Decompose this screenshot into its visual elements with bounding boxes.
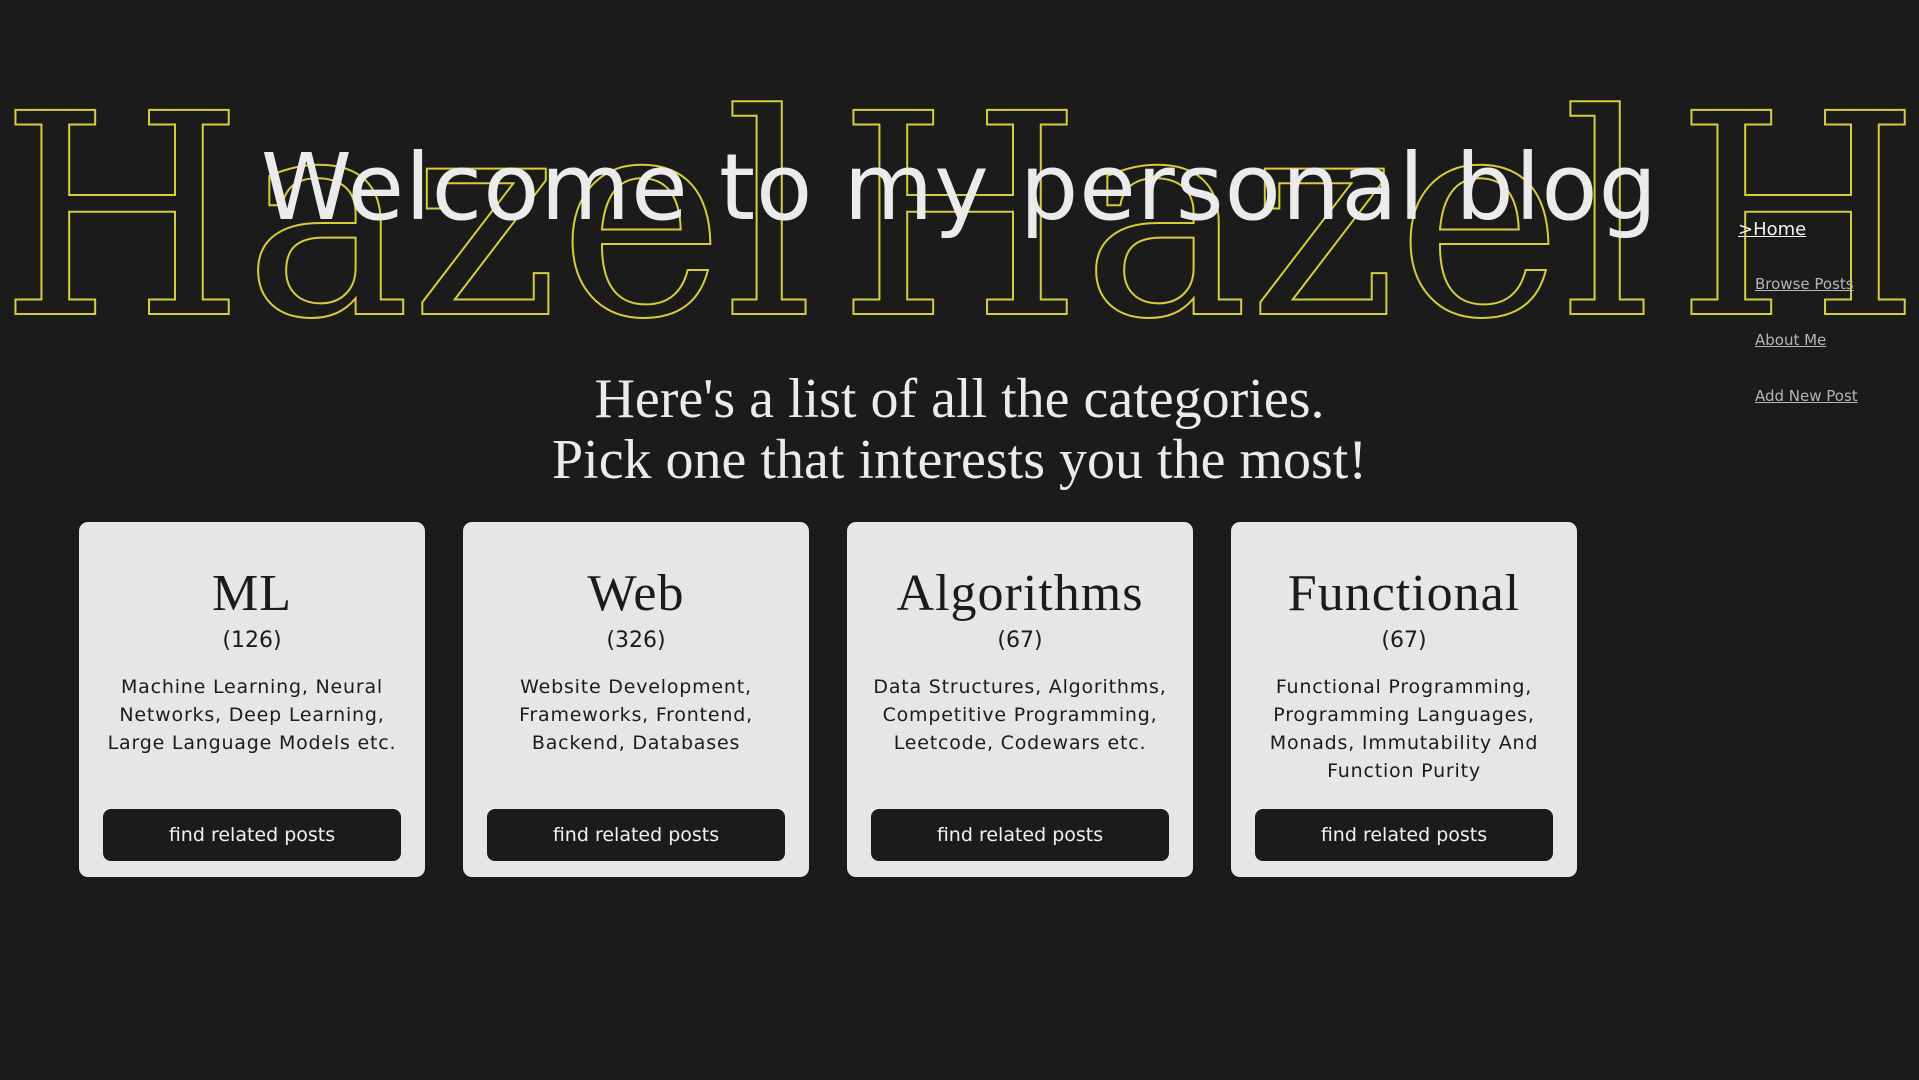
category-description: Website Development, Frameworks, Fronten… [519, 676, 753, 754]
category-cards: ML (126) Machine Learning, Neural Networ… [79, 522, 1577, 877]
category-description: Functional Programming, Programming Lang… [1269, 676, 1539, 782]
find-related-posts-button[interactable]: find related posts [1255, 809, 1553, 861]
find-related-posts-button[interactable]: find related posts [871, 809, 1169, 861]
category-card-web: Web (326) Website Development, Framework… [463, 522, 809, 877]
category-post-count: (67) [1381, 628, 1427, 653]
category-description: Machine Learning, Neural Networks, Deep … [107, 676, 397, 754]
nav-browse-posts-link[interactable]: Browse Posts [1755, 274, 1908, 294]
category-title: Functional [1287, 565, 1521, 622]
category-title: Algorithms [896, 565, 1144, 622]
category-description: Data Structures, Algorithms, Competitive… [873, 676, 1167, 754]
category-title: Web [587, 565, 685, 622]
category-card-ml: ML (126) Machine Learning, Neural Networ… [79, 522, 425, 877]
category-card-algorithms: Algorithms (67) Data Structures, Algorit… [847, 522, 1193, 877]
nav-home-link[interactable]: >Home [1738, 218, 1908, 242]
category-post-count: (126) [222, 628, 282, 653]
category-card-functional: Functional (67) Functional Programming, … [1231, 522, 1577, 877]
categories-intro: Here's a list of all the categories. Pic… [0, 369, 1919, 491]
find-related-posts-button[interactable]: find related posts [103, 809, 401, 861]
nav-about-me-link[interactable]: About Me [1755, 330, 1908, 350]
category-post-count: (67) [997, 628, 1043, 653]
category-post-count: (326) [606, 628, 666, 653]
find-related-posts-button[interactable]: find related posts [487, 809, 785, 861]
intro-line-1: Here's a list of all the categories. [594, 368, 1325, 430]
category-title: ML [212, 565, 292, 622]
page-title: Welcome to my personal blog [260, 134, 1659, 241]
intro-line-2: Pick one that interests you the most! [552, 429, 1367, 491]
